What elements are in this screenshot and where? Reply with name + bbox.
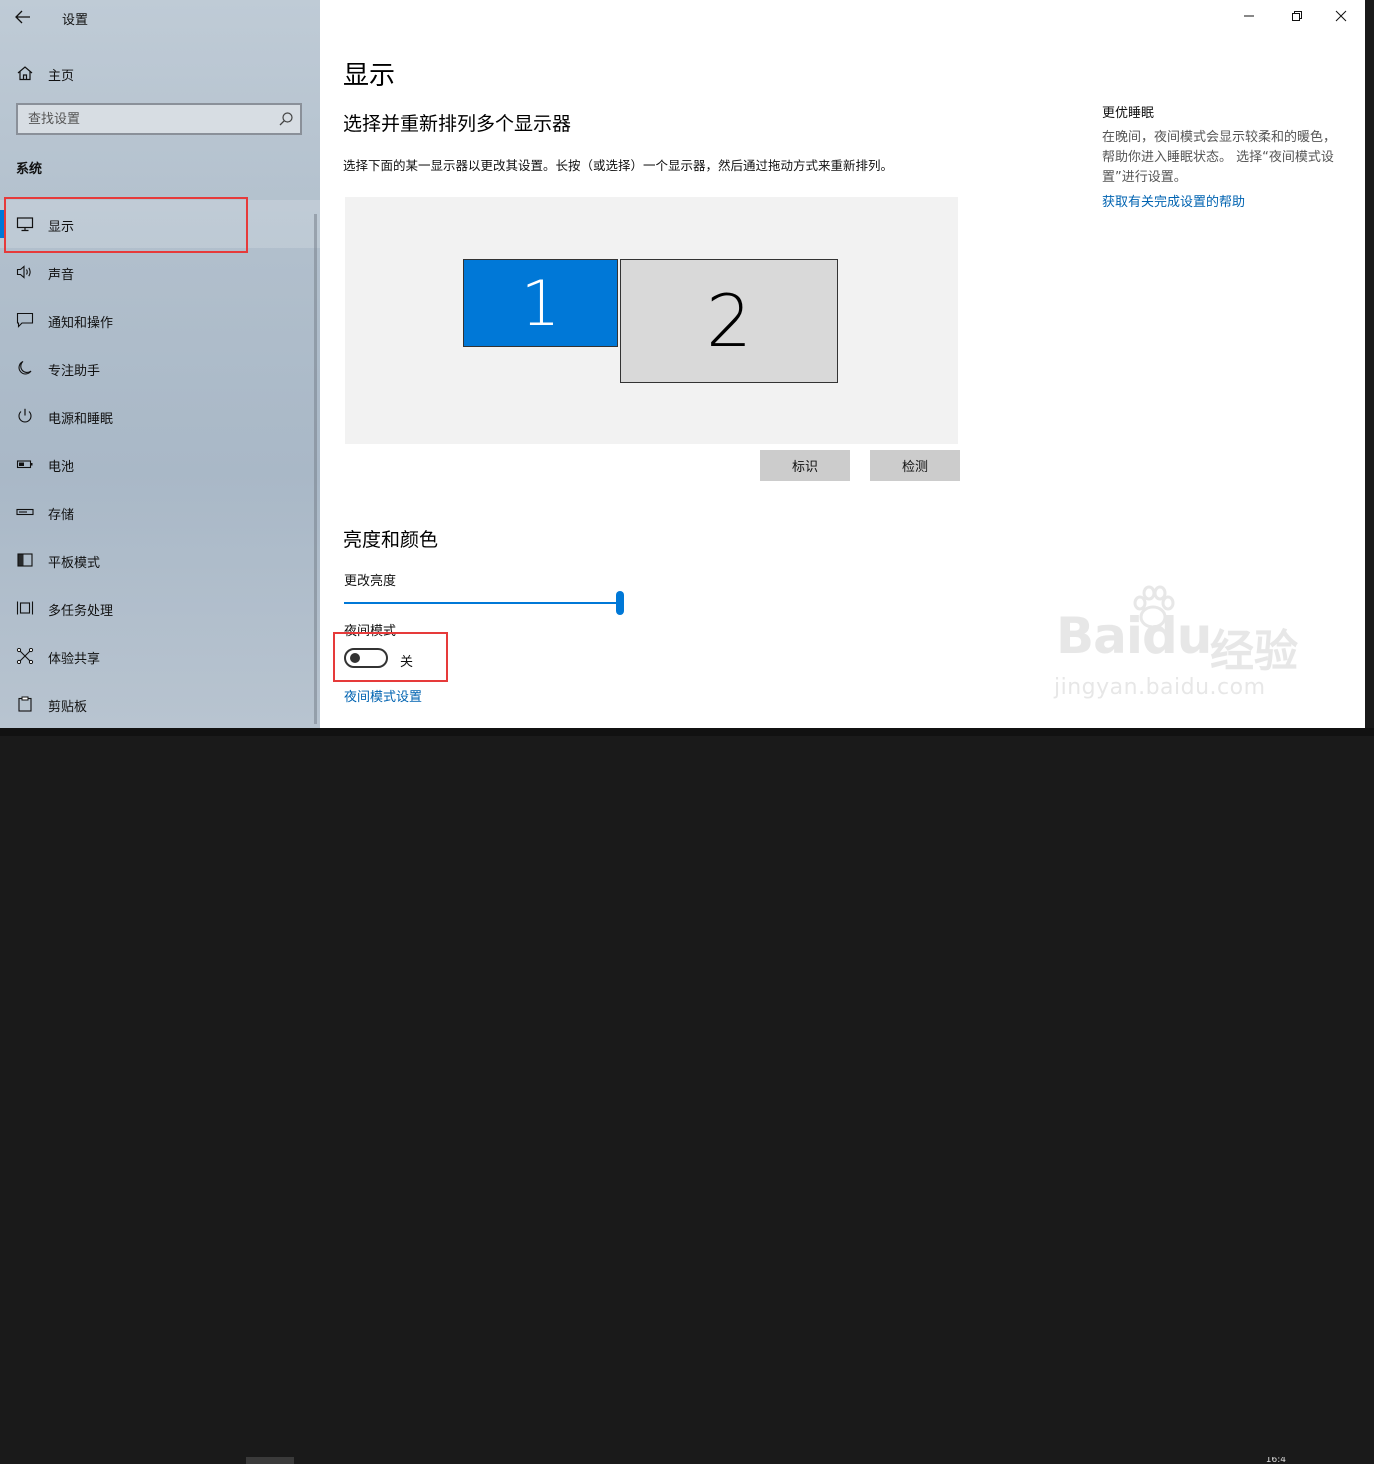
- annotation-highlight-display: [4, 197, 248, 253]
- search-icon[interactable]: [278, 111, 294, 127]
- sidebar-item-label: 电源和睡眠: [48, 412, 114, 427]
- sidebar-item-storage[interactable]: 存储: [0, 488, 320, 536]
- sidebar-item-notifications[interactable]: 通知和操作: [0, 296, 320, 344]
- sidebar-item-label: 存储: [48, 508, 75, 523]
- sidebar-item-label: 主页: [48, 69, 75, 84]
- search-input[interactable]: [18, 105, 278, 133]
- sidebar-item-label: 通知和操作: [48, 316, 114, 331]
- close-icon: [1335, 10, 1347, 22]
- message-icon: [16, 312, 34, 328]
- sidebar-item-label: 电池: [48, 460, 75, 475]
- sidebar-item-label: 专注助手: [48, 364, 101, 379]
- tablet-icon: [17, 553, 33, 567]
- sidebar-item-multitasking[interactable]: 多任务处理: [0, 584, 320, 632]
- restore-icon: [1292, 11, 1302, 21]
- sidebar-item-sound[interactable]: 声音: [0, 248, 320, 296]
- brightness-slider-track[interactable]: [344, 602, 620, 604]
- app-title: 设置: [62, 13, 89, 28]
- sidebar-item-clipboard[interactable]: 剪贴板: [0, 680, 320, 728]
- monitor-1-tile[interactable]: 1: [463, 259, 618, 347]
- brightness-label: 更改亮度: [344, 574, 397, 589]
- sidebar-nav: 显示 声音 通知和操作 专注助手 电源和睡眠 电池 存储 平板模式 多任务处理 …: [0, 200, 320, 728]
- sidebar-item-battery[interactable]: 电池: [0, 440, 320, 488]
- side-panel-heading: 更优睡眠: [1102, 106, 1155, 121]
- sidebar-item-power-sleep[interactable]: 电源和睡眠: [0, 392, 320, 440]
- moon-icon: [18, 360, 32, 375]
- arrange-description: 选择下面的某一显示器以更改其设置。长按（或选择）一个显示器，然后通过拖动方式来重…: [343, 158, 894, 173]
- watermark-cn: 经验: [1210, 626, 1298, 677]
- side-panel-text: 在晚间，夜间模式会显示较柔和的暖色，帮助你进入睡眠状态。 选择“夜间模式设置”进…: [1102, 130, 1337, 185]
- monitor-2-tile[interactable]: 2: [620, 259, 838, 383]
- settings-window: 设置 主页 系统 显示: [0, 0, 1365, 728]
- sidebar-item-home[interactable]: 主页: [0, 54, 320, 92]
- power-icon: [18, 408, 32, 423]
- desktop-edge: [1365, 0, 1374, 736]
- brightness-color-heading: 亮度和颜色: [343, 529, 439, 551]
- sidebar-item-shared-experiences[interactable]: 体验共享: [0, 632, 320, 680]
- help-link[interactable]: 获取有关完成设置的帮助: [1102, 191, 1245, 210]
- share-icon: [16, 648, 34, 664]
- baidu-watermark: Baidu 经验 jingyan.baidu.com: [1050, 585, 1310, 715]
- title-bar: 设置: [0, 0, 320, 34]
- back-arrow-icon: [15, 10, 30, 24]
- brightness-slider-thumb[interactable]: [616, 591, 624, 615]
- sidebar-item-label: 平板模式: [48, 556, 101, 571]
- taskbar-app-indicator[interactable]: [246, 1457, 294, 1464]
- home-icon: [17, 66, 33, 81]
- restore-button[interactable]: [1274, 0, 1320, 32]
- sidebar-item-label: 体验共享: [48, 652, 101, 667]
- back-button[interactable]: [8, 4, 38, 30]
- close-button[interactable]: [1318, 0, 1364, 32]
- arrange-heading: 选择并重新排列多个显示器: [343, 113, 572, 135]
- taskbar: 16:4: [0, 728, 1374, 1464]
- clipboard-icon: [18, 696, 32, 712]
- storage-icon: [16, 508, 34, 516]
- multitask-icon: [16, 601, 34, 615]
- detect-button[interactable]: 检测: [870, 450, 960, 481]
- section-label-system: 系统: [16, 162, 43, 177]
- display-arrangement-area[interactable]: 1 2: [345, 197, 958, 444]
- sidebar-item-label: 剪贴板: [48, 700, 88, 715]
- sidebar-item-label: 声音: [48, 268, 75, 283]
- page-title: 显示: [343, 61, 396, 91]
- night-light-settings-link[interactable]: 夜间模式设置: [344, 686, 422, 705]
- search-box[interactable]: [16, 103, 302, 135]
- annotation-highlight-toggle: [333, 632, 448, 682]
- sidebar: 设置 主页 系统 显示: [0, 0, 320, 728]
- watermark-url: jingyan.baidu.com: [1054, 675, 1266, 700]
- identify-button[interactable]: 标识: [760, 450, 850, 481]
- minimize-icon: [1244, 15, 1254, 17]
- sidebar-item-tablet-mode[interactable]: 平板模式: [0, 536, 320, 584]
- taskbar-clock[interactable]: 16:4: [1266, 1457, 1286, 1464]
- watermark-logo: Baidu: [1056, 607, 1212, 665]
- sidebar-item-label: 多任务处理: [48, 604, 114, 619]
- battery-icon: [16, 460, 33, 469]
- minimize-button[interactable]: [1226, 0, 1272, 32]
- sidebar-scrollbar[interactable]: [314, 214, 317, 724]
- speaker-icon: [16, 265, 31, 279]
- sidebar-item-focus-assist[interactable]: 专注助手: [0, 344, 320, 392]
